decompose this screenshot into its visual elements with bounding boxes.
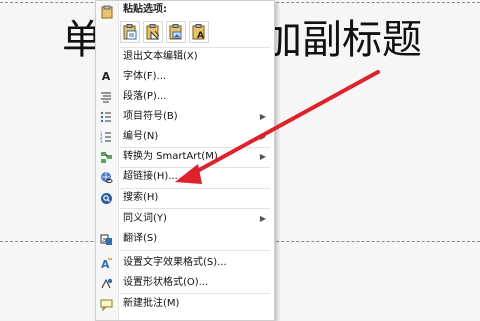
menu-item-search[interactable]: 搜索(H) bbox=[96, 188, 274, 208]
text-only-icon: A bbox=[192, 24, 205, 40]
text-effects-icon: A bbox=[99, 256, 113, 270]
submenu-arrow-icon: ▶ bbox=[259, 152, 266, 161]
submenu-arrow-icon: ▶ bbox=[259, 112, 266, 121]
menu-item-paragraph[interactable]: 段落(P)... bbox=[96, 87, 274, 107]
submenu-arrow-icon: ▶ bbox=[259, 132, 266, 141]
menu-item-label: 同义词(Y) bbox=[123, 213, 167, 224]
translate-icon: a bbox=[99, 232, 113, 246]
menu-item-synonyms[interactable]: 同义词(Y) ▶ bbox=[96, 209, 274, 229]
numbering-icon: 123 bbox=[99, 130, 113, 144]
svg-text:A: A bbox=[197, 31, 204, 40]
menu-item-convert-smartart[interactable]: 转换为 SmartArt(M) ▶ bbox=[96, 147, 274, 167]
menu-item-exit-text-edit[interactable]: 退出文本编辑(X) bbox=[96, 47, 274, 67]
use-destination-theme-icon bbox=[146, 24, 160, 40]
bullets-icon bbox=[99, 110, 113, 124]
menu-item-new-comment[interactable]: 新建批注(M) bbox=[96, 294, 274, 314]
search-icon bbox=[99, 191, 113, 205]
menu-item-numbering[interactable]: 123 编号(N) ▶ bbox=[96, 127, 274, 147]
comment-icon bbox=[99, 297, 113, 311]
font-icon: A bbox=[101, 70, 111, 83]
smartart-icon bbox=[99, 150, 113, 164]
menu-item-translate[interactable]: a 翻译(S) bbox=[96, 229, 274, 249]
menu-item-format-text-effects[interactable]: A 设置文字效果格式(S)... bbox=[96, 253, 274, 273]
menu-item-label: 退出文本编辑(X) bbox=[123, 51, 198, 62]
slide-subtitle-text[interactable]: 加副标题 bbox=[262, 14, 422, 66]
paste-as-picture-button[interactable] bbox=[166, 21, 186, 43]
hyperlink-icon bbox=[99, 170, 113, 184]
menu-item-label: 转换为 SmartArt(M) bbox=[123, 151, 218, 162]
svg-text:3: 3 bbox=[100, 139, 103, 143]
menu-item-label: 编号(N) bbox=[123, 131, 159, 142]
keep-source-formatting-icon bbox=[123, 24, 137, 40]
menu-item-format-shape[interactable]: 设置形状格式(O)... bbox=[96, 273, 274, 293]
picture-icon bbox=[169, 24, 182, 40]
svg-text:a: a bbox=[102, 236, 106, 244]
menu-item-label: 翻译(S) bbox=[123, 233, 158, 244]
paragraph-icon bbox=[99, 90, 113, 104]
menu-item-font[interactable]: A 字体(F)... bbox=[96, 67, 274, 87]
keep-text-only-button[interactable]: A bbox=[189, 21, 209, 43]
menu-item-label: 字体(F)... bbox=[123, 71, 167, 82]
clipboard-icon bbox=[100, 4, 114, 19]
menu-item-label: 新建批注(M) bbox=[123, 298, 180, 309]
shape-format-icon bbox=[99, 276, 113, 290]
svg-text:A: A bbox=[101, 258, 110, 270]
paste-options-header: 粘贴选项: bbox=[123, 4, 167, 15]
keep-source-formatting-button[interactable] bbox=[120, 21, 140, 43]
menu-item-label: 项目符号(B) bbox=[123, 111, 178, 122]
menu-item-label: 设置形状格式(O)... bbox=[123, 277, 209, 288]
submenu-arrow-icon: ▶ bbox=[259, 214, 266, 223]
menu-item-label: 段落(P)... bbox=[123, 91, 167, 102]
menu-item-label: 设置文字效果格式(S)... bbox=[123, 257, 227, 268]
menu-separator bbox=[120, 250, 270, 251]
use-destination-theme-button[interactable] bbox=[143, 21, 163, 43]
menu-item-label: 超链接(H)... bbox=[123, 171, 178, 182]
paste-options-row: A bbox=[120, 21, 209, 45]
context-menu: 粘贴选项: A 退出文本编辑(X) A 字体(F)... 段落(P)... 项目… bbox=[95, 0, 275, 321]
menu-item-label: 搜索(H) bbox=[123, 192, 159, 203]
menu-item-hyperlink[interactable]: 超链接(H)... bbox=[96, 167, 274, 187]
menu-item-bullets[interactable]: 项目符号(B) ▶ bbox=[96, 107, 274, 127]
